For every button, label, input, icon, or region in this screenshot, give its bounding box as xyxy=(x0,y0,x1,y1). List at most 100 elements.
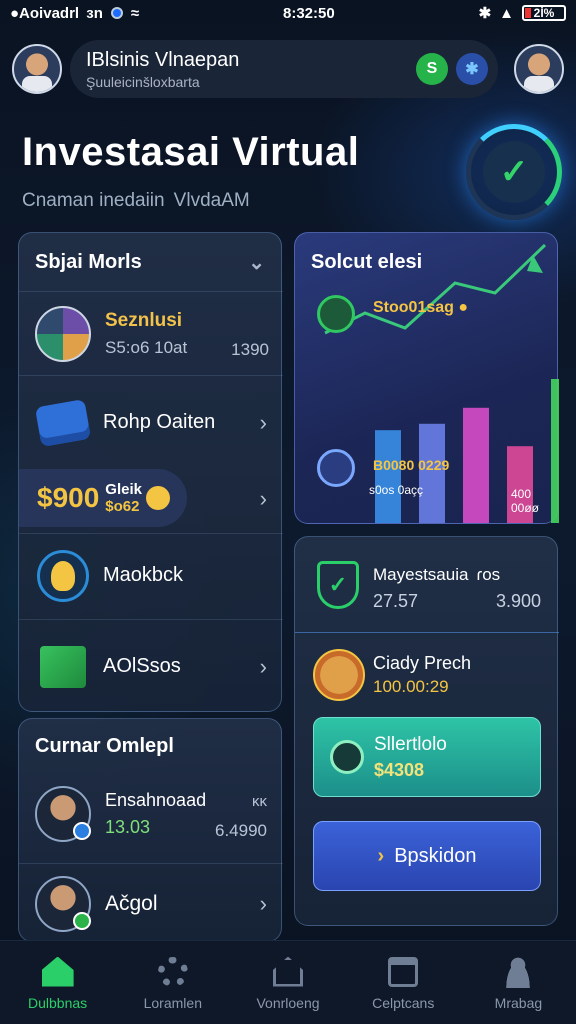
chart-bar xyxy=(463,407,489,523)
tab-label: Loramlen xyxy=(143,994,202,1011)
contact-value: 13.03 xyxy=(105,817,151,837)
chart-stat2: B0080 0229 xyxy=(373,457,450,473)
coin-title: Ciady Prech xyxy=(373,653,472,673)
gear-icon xyxy=(156,955,190,989)
chevron-down-icon[interactable]: ⌄ xyxy=(248,250,265,275)
balance-value: $4308 xyxy=(374,760,425,780)
contact-avatar xyxy=(35,786,91,842)
menu-header[interactable]: Sbjai Morls ⌄ xyxy=(19,233,281,291)
assets-label: AOlSsos xyxy=(103,655,181,677)
check-icon: ✓ xyxy=(483,141,545,203)
wifi-icon: ≈ xyxy=(130,4,140,22)
page-title: Investasai Virtual xyxy=(22,130,360,174)
menu-item-ideas[interactable]: Maokbck xyxy=(19,533,283,617)
tab-label: Celptcans xyxy=(372,994,435,1011)
tab-label: Mrabag xyxy=(494,994,543,1011)
puzzle-icon[interactable]: ✱ xyxy=(456,53,488,85)
portfolio-sub: S5:o6 10at xyxy=(105,337,188,357)
chart-stat: Stoo01sag ● xyxy=(373,299,469,316)
contact-row[interactable]: Ensahnoaad 13.03 ĸĸ 6.4990 xyxy=(19,769,283,859)
gold-coin-icon xyxy=(313,649,365,701)
contact-dots: ĸĸ xyxy=(252,793,267,810)
trend-arrow xyxy=(527,255,543,273)
menu-item-portfolio[interactable]: Seznlusi S5:o6 10at 1390 xyxy=(19,291,283,375)
account-pill[interactable]: IBlsinis Vlnaepan Şuuleicinšloxbarta S ✱ xyxy=(70,40,498,98)
house-icon xyxy=(271,955,305,989)
status-badge xyxy=(73,911,91,930)
chart-bar xyxy=(419,423,445,523)
exchange-icon[interactable]: S xyxy=(416,53,448,85)
account-name: IBlsinis Vlnaepan xyxy=(86,48,240,71)
menu-item-promo[interactable]: $900 Gleik $o62 › xyxy=(19,469,283,529)
profile-avatar[interactable] xyxy=(12,44,62,94)
user-icon xyxy=(501,955,535,989)
chart-label-left: s0os 0açç xyxy=(369,483,424,497)
top-header: IBlsinis Vlnaepan Şuuleicinšloxbarta S ✱ xyxy=(12,36,564,102)
status-bar: ●Aoivadrl ɜn ≈ 8:32:50 ✱ ▲ 2İ% xyxy=(0,0,576,26)
menu-title: Sbjai Morls xyxy=(35,250,142,273)
portfolio-icon xyxy=(35,305,91,362)
contacts-title: Curnar Omlepl xyxy=(35,735,174,757)
chevron-right-icon: › xyxy=(259,409,267,435)
promo-line2: $o62 xyxy=(105,498,140,515)
contact-avatar xyxy=(35,875,91,932)
promo-line1: Gleik xyxy=(105,481,142,498)
contacts-card: Curnar Omlepl Ensahnoaad 13.03 ĸĸ 6.4990… xyxy=(18,718,283,943)
battery-level: 2İ% xyxy=(533,6,555,20)
chevron-right-icon: › xyxy=(259,486,267,511)
overview-panel: ✓ Mayestsauia ɾos 27.57 3.900 Ciady Prec… xyxy=(294,536,559,926)
clock-icon xyxy=(330,740,364,774)
balance-title: Sllertlolo xyxy=(374,734,447,755)
box-icon xyxy=(35,639,91,695)
menu-item-wallet[interactable]: Rohp Oaiten › xyxy=(19,375,283,469)
balance-button[interactable]: Sllertlolo $4308 xyxy=(313,717,541,797)
portfolio-value: 1390 xyxy=(231,340,269,359)
chevron-right-icon: › xyxy=(259,890,267,916)
wallet-label: Rohp Oaiten xyxy=(103,411,216,433)
status-time: 8:32:50 xyxy=(282,4,335,22)
tab-label: Dulbbnas xyxy=(28,994,88,1011)
tab-calendar[interactable]: Celptcans xyxy=(346,941,461,1024)
wallet-icon xyxy=(34,395,92,451)
tab-label: Vonrloeng xyxy=(256,994,320,1011)
promo-amount: $900 xyxy=(37,482,100,513)
ideas-label: Maokbck xyxy=(103,564,184,586)
coin-value: 100.00:29 xyxy=(373,677,449,696)
portfolio-title: Seznlusi xyxy=(105,309,183,331)
coin-icon xyxy=(145,486,170,510)
progress-ring: ✓ xyxy=(466,124,562,220)
security-row[interactable]: ✓ Mayestsauia ɾos 27.57 3.900 xyxy=(295,537,559,633)
chart-bar xyxy=(375,430,401,523)
account-subtitle: Şuuleicinšloxbarta xyxy=(86,73,200,90)
trend-line xyxy=(324,243,547,335)
promo-pill[interactable]: $900 Gleik $o62 xyxy=(19,469,187,527)
action-button[interactable]: › Bpskidon xyxy=(313,821,541,891)
tab-settings[interactable]: Loramlen xyxy=(115,941,230,1024)
contact-row[interactable]: Ačgol › xyxy=(19,863,283,943)
calendar-icon xyxy=(386,955,420,989)
menu-card: Sbjai Morls ⌄ Seznlusi S5:o6 10at 1390 R… xyxy=(18,232,283,713)
bluetooth-icon: ✱ xyxy=(478,5,492,22)
bottom-nav: Dulbbnas Loramlen Vonrloeng Celptcans Mr… xyxy=(0,940,576,1024)
coin-row[interactable]: Ciady Prech 100.00:29 xyxy=(295,637,559,713)
tab-profile[interactable]: Mrabag xyxy=(461,941,576,1024)
tab-property[interactable]: Vonrloeng xyxy=(230,941,345,1024)
security-title: Mayestsauia ɾos xyxy=(373,565,501,584)
signal-icon: ▲ xyxy=(499,4,514,22)
shield-icon xyxy=(317,449,355,487)
menu-item-assets[interactable]: AOlSsos › xyxy=(19,619,283,713)
contact-name: Ensahnoaad xyxy=(105,790,207,810)
tab-dashboard[interactable]: Dulbbnas xyxy=(0,941,115,1024)
chart-card[interactable]: Solcut elesi Stoo01sag ● B0080 0229 s0os… xyxy=(294,232,559,524)
shield-check-icon: ✓ xyxy=(317,561,359,609)
status-badge xyxy=(73,822,91,840)
status-carrier: ●Aoivadrl ɜn xyxy=(10,4,103,22)
contact-name: Ačgol xyxy=(105,891,158,915)
security-value-b: 3.900 xyxy=(495,591,541,611)
chevron-right-icon: › xyxy=(377,844,385,867)
partner-avatar[interactable] xyxy=(514,44,564,94)
bulb-icon xyxy=(35,548,91,604)
action-label: Bpskidon xyxy=(394,844,477,867)
security-value-a: 27.57 xyxy=(373,591,419,611)
chart-label-right: 400 00øø xyxy=(511,487,540,515)
